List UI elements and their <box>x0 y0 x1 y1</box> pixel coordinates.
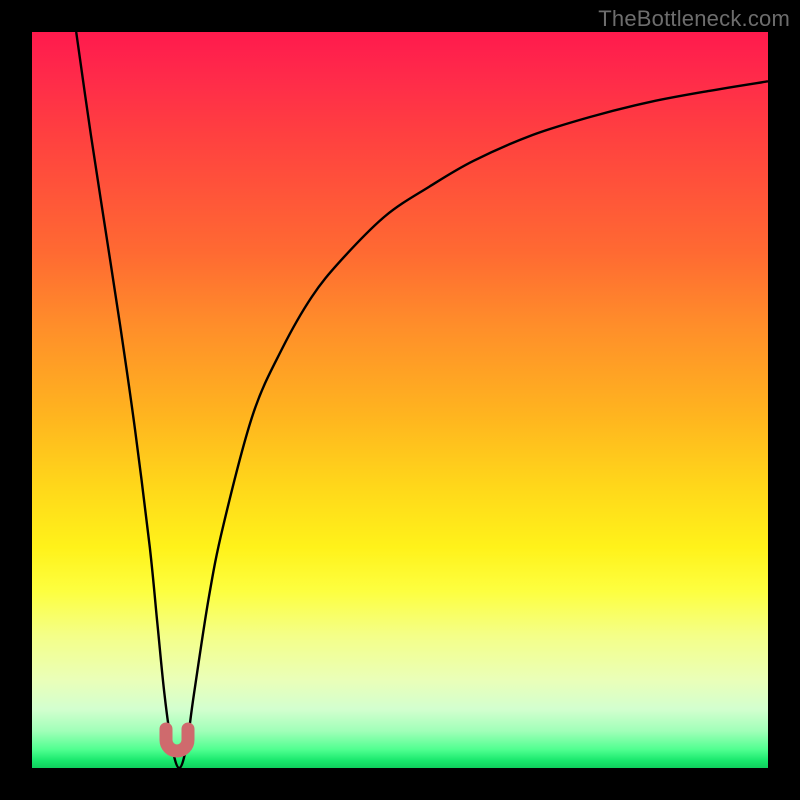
minimum-marker <box>166 729 188 751</box>
watermark-text: TheBottleneck.com <box>598 6 790 32</box>
outer-frame: TheBottleneck.com <box>0 0 800 800</box>
bottleneck-curve-path <box>76 32 768 768</box>
plot-area <box>32 32 768 768</box>
curve-layer <box>32 32 768 768</box>
